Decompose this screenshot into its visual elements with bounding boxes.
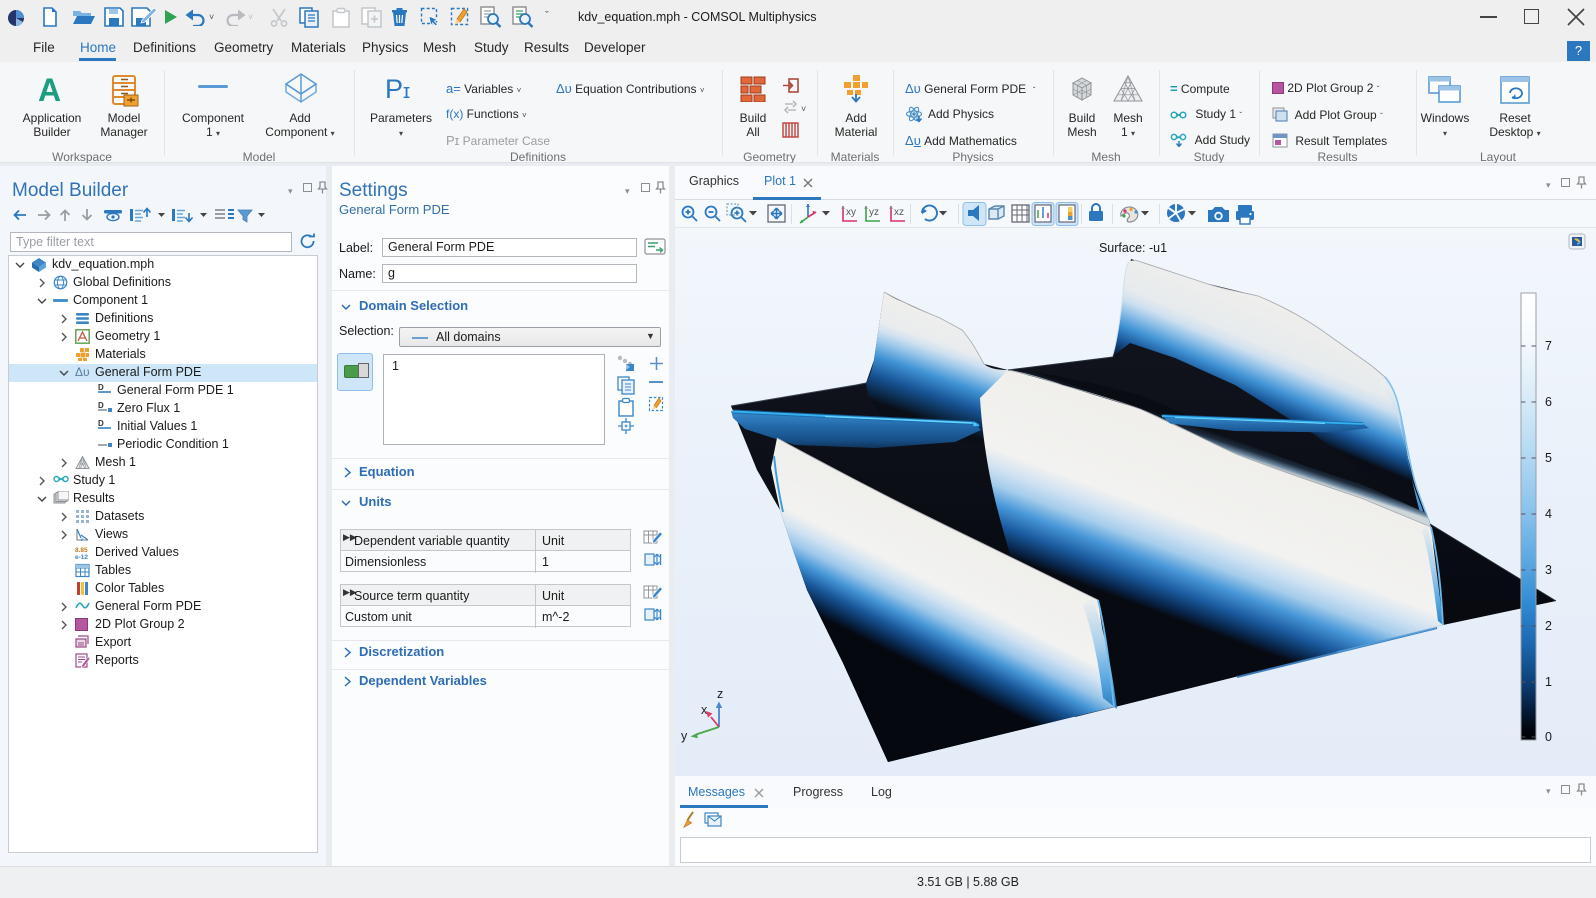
svg-text:2: 2 bbox=[1545, 619, 1552, 633]
svg-text:xy: xy bbox=[846, 207, 856, 218]
svg-text:yz: yz bbox=[869, 207, 879, 218]
svg-text:x: x bbox=[701, 703, 708, 717]
svg-text:5: 5 bbox=[1545, 451, 1552, 465]
svg-text:1: 1 bbox=[1545, 675, 1552, 689]
svg-text:y: y bbox=[681, 729, 688, 743]
svg-text:e-12: e-12 bbox=[75, 554, 88, 560]
svg-text:0: 0 bbox=[1545, 730, 1552, 744]
svg-text:6: 6 bbox=[1545, 395, 1552, 409]
svg-text:D: D bbox=[98, 383, 104, 392]
svg-text:3: 3 bbox=[1545, 563, 1552, 577]
svg-text:7: 7 bbox=[1545, 339, 1552, 353]
svg-text:D: D bbox=[98, 419, 104, 428]
svg-text:Surface: -u1: Surface: -u1 bbox=[1099, 241, 1167, 255]
svg-text:D: D bbox=[98, 401, 104, 410]
svg-text:8.85: 8.85 bbox=[75, 547, 88, 554]
svg-text:z: z bbox=[717, 687, 723, 701]
svg-text:xz: xz bbox=[894, 207, 904, 218]
svg-text:4: 4 bbox=[1545, 507, 1552, 521]
